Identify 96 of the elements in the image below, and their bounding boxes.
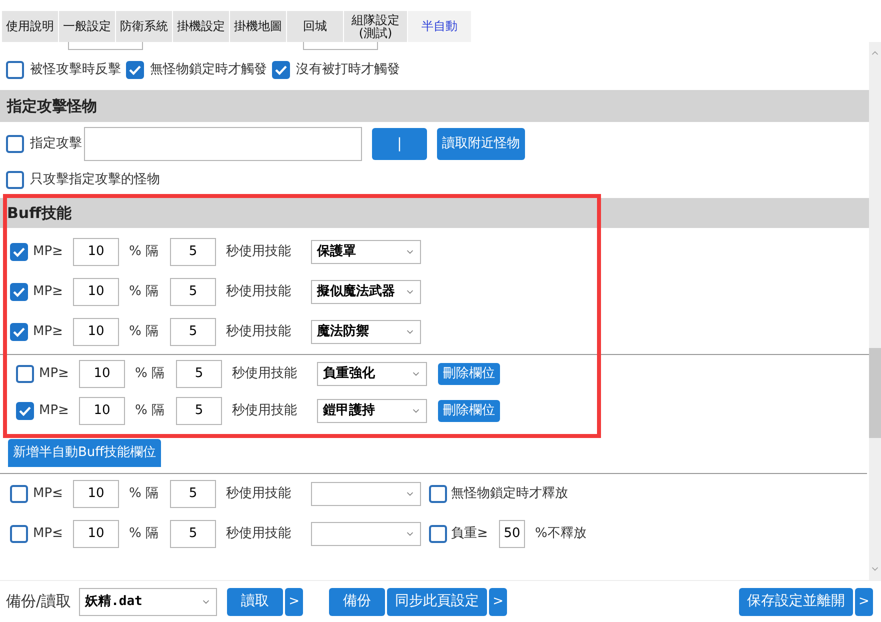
label-text: % 隔 bbox=[129, 243, 160, 262]
label-text: % 隔 bbox=[135, 364, 166, 383]
checkbox[interactable] bbox=[272, 61, 290, 79]
number-field[interactable]: 10 bbox=[73, 480, 119, 508]
label-text: 沒有被打時才觸發 bbox=[296, 61, 400, 80]
delete-row-button[interactable]: 刪除欄位 bbox=[438, 362, 500, 384]
skill-dropdown[interactable]: 負重強化 bbox=[317, 362, 427, 386]
read-nearby-monsters-button[interactable]: 讀取附近怪物 bbox=[437, 128, 525, 160]
number-field[interactable]: 5 bbox=[170, 238, 216, 266]
label-text: %不釋放 bbox=[535, 525, 586, 544]
tab[interactable]: 掛機設定 bbox=[173, 11, 229, 42]
number-field[interactable]: 5 bbox=[170, 278, 216, 306]
label-text: 秒使用技能 bbox=[226, 485, 292, 504]
number-field[interactable]: 5 bbox=[176, 360, 222, 388]
label-text: 無怪物鎖定時才觸發 bbox=[150, 61, 267, 80]
checkmark-icon bbox=[13, 327, 25, 337]
label-text: MP≥ bbox=[39, 364, 70, 383]
add-buff-row-button[interactable]: 新增半自動Buff技能欄位 bbox=[8, 439, 162, 467]
label-text: % 隔 bbox=[129, 323, 160, 342]
footer-button[interactable]: 保存設定並離開 bbox=[739, 588, 853, 616]
checkbox[interactable] bbox=[429, 485, 447, 503]
section-header: 指定攻擊怪物 bbox=[0, 90, 869, 122]
number-field[interactable]: 10 bbox=[79, 396, 125, 424]
label-text: 被怪攻擊時反擊 bbox=[30, 61, 121, 80]
checkbox[interactable] bbox=[10, 283, 28, 301]
scrollbar[interactable] bbox=[869, 42, 881, 580]
checkbox[interactable] bbox=[10, 485, 28, 503]
checkbox[interactable] bbox=[16, 364, 34, 382]
checkbox[interactable] bbox=[10, 323, 28, 341]
pick-button[interactable]: | bbox=[372, 128, 427, 160]
skill-dropdown[interactable]: 魔法防禦 bbox=[311, 320, 421, 344]
more-button[interactable]: > bbox=[489, 588, 508, 616]
backup-file-dropdown[interactable]: 妖精.dat bbox=[79, 588, 218, 616]
tab[interactable]: 防衛系統 bbox=[116, 11, 172, 42]
number-field[interactable]: 10 bbox=[73, 318, 119, 346]
label-text: % 隔 bbox=[129, 525, 160, 544]
label-text: MP≥ bbox=[33, 243, 64, 262]
scrollbar-thumb[interactable] bbox=[869, 348, 881, 438]
label-text: 秒使用技能 bbox=[226, 283, 292, 302]
label-text: MP≤ bbox=[33, 485, 64, 504]
label-text: 無怪物鎖定時才釋放 bbox=[451, 485, 568, 504]
monster-name-field[interactable] bbox=[84, 127, 362, 161]
number-field[interactable]: 10 bbox=[73, 238, 119, 266]
label-text: MP≥ bbox=[33, 283, 64, 302]
checkmark-icon bbox=[129, 65, 141, 75]
skill-dropdown[interactable]: 擬似魔法武器 bbox=[311, 280, 421, 304]
label-text: MP≥ bbox=[33, 323, 64, 342]
tab[interactable]: 半自動 bbox=[408, 11, 471, 42]
skill-dropdown[interactable]: 保護罩 bbox=[311, 240, 421, 264]
delete-row-button[interactable]: 刪除欄位 bbox=[438, 400, 500, 422]
checkbox[interactable] bbox=[6, 135, 24, 153]
label-text: 指定攻擊 bbox=[30, 135, 82, 154]
label-text: 秒使用技能 bbox=[226, 323, 292, 342]
footer-button[interactable]: 同步此頁設定 bbox=[387, 588, 488, 616]
number-field[interactable]: 5 bbox=[170, 480, 216, 508]
more-button[interactable]: > bbox=[855, 588, 873, 616]
section-header: Buff技能 bbox=[0, 198, 869, 228]
skill-dropdown[interactable]: 鎧甲護持 bbox=[317, 398, 427, 422]
label-text: 備份/讀取 bbox=[6, 591, 72, 612]
checkmark-icon bbox=[13, 247, 25, 257]
checkbox[interactable] bbox=[6, 61, 24, 79]
number-field[interactable]: 10 bbox=[73, 520, 119, 548]
tab[interactable]: 回城 bbox=[287, 11, 343, 42]
number-field[interactable]: 10 bbox=[79, 360, 125, 388]
footer-button[interactable]: 讀取 bbox=[227, 588, 284, 616]
checkmark-icon bbox=[19, 406, 31, 416]
more-button[interactable]: > bbox=[285, 588, 304, 616]
tab[interactable]: 組隊設定 (測試) bbox=[344, 11, 407, 42]
number-field[interactable]: 5 bbox=[170, 318, 216, 346]
checkbox[interactable] bbox=[10, 243, 28, 261]
label-text: MP≥ bbox=[39, 402, 70, 420]
tab[interactable]: 使用說明 bbox=[2, 11, 58, 42]
number-field[interactable]: 50 bbox=[499, 520, 525, 548]
checkbox[interactable] bbox=[6, 171, 24, 189]
checkbox[interactable] bbox=[16, 402, 34, 420]
label-text: 秒使用技能 bbox=[232, 364, 298, 383]
checkmark-icon bbox=[275, 65, 287, 75]
label-text: 負重≥ bbox=[451, 525, 489, 544]
checkmark-icon bbox=[13, 287, 25, 297]
footer-button[interactable]: 備份 bbox=[329, 588, 386, 616]
label-text: % 隔 bbox=[129, 283, 160, 302]
label-text: % 隔 bbox=[129, 485, 160, 504]
tab[interactable]: 一般設定 bbox=[59, 11, 115, 42]
checkbox[interactable] bbox=[429, 525, 447, 543]
label-text: 秒使用技能 bbox=[226, 243, 292, 262]
tab[interactable]: 掛機地圖 bbox=[230, 11, 286, 42]
number-field[interactable]: 5 bbox=[176, 396, 222, 424]
number-field[interactable]: 5 bbox=[170, 520, 216, 548]
checkbox[interactable] bbox=[126, 61, 144, 79]
label-text: 只攻擊指定攻擊的怪物 bbox=[30, 171, 160, 190]
label-text: MP≤ bbox=[33, 525, 64, 544]
label-text: 秒使用技能 bbox=[232, 402, 298, 420]
number-field[interactable]: 10 bbox=[73, 278, 119, 306]
label-text: 秒使用技能 bbox=[226, 525, 292, 544]
label-text: % 隔 bbox=[135, 402, 166, 420]
checkbox[interactable] bbox=[10, 525, 28, 543]
